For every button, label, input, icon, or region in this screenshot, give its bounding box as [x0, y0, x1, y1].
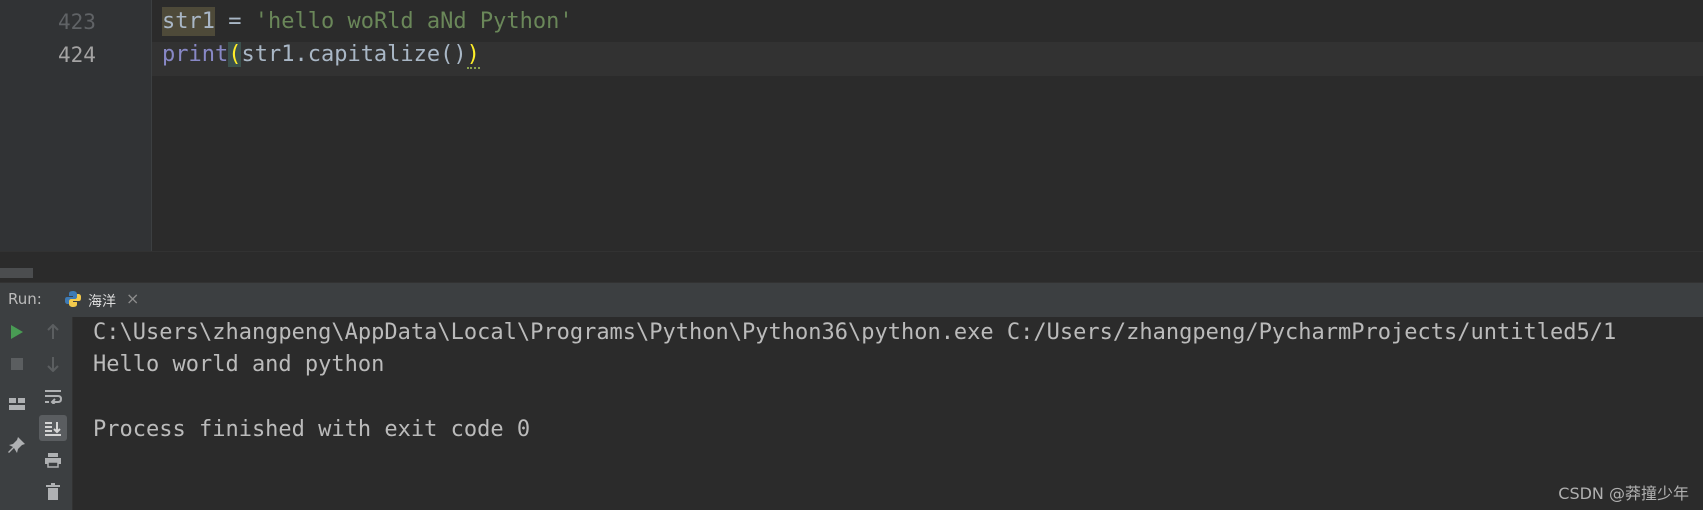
watermark: CSDN @莽撞少年: [1558, 484, 1689, 503]
builtin-token: print: [162, 42, 229, 67]
run-toolbar-primary: [0, 317, 34, 510]
run-tab-label: 海洋: [88, 294, 116, 310]
call-args-token: str1.capitalize(): [241, 42, 467, 67]
console-line: C:\Users\zhangpeng\AppData\Local\Program…: [93, 320, 1617, 345]
line-number-gutter: [49, 0, 152, 251]
code-line[interactable]: str1 = 'hello woRld aNd Python': [162, 7, 573, 36]
console-line: Hello world and python: [93, 352, 385, 377]
open-paren-token: (: [228, 42, 242, 67]
soft-wrap-icon[interactable]: [39, 383, 67, 409]
editor-left-strip: [0, 0, 49, 251]
stop-icon[interactable]: [3, 351, 31, 377]
console-line: Process finished with exit code 0: [93, 417, 531, 442]
python-icon: [64, 290, 82, 308]
pin-icon[interactable]: [3, 432, 31, 458]
line-number: 424: [58, 43, 96, 67]
run-icon[interactable]: [3, 319, 31, 345]
run-toolbar-secondary: [34, 317, 73, 510]
run-tool-window-header: Run: 海洋 ×: [0, 282, 1703, 320]
print-icon[interactable]: [39, 447, 67, 473]
variable-token: str1: [162, 7, 215, 36]
layout-icon[interactable]: [3, 391, 31, 417]
editor-scrollbar-thumb[interactable]: [0, 268, 33, 278]
run-label: Run:: [8, 290, 42, 308]
console-output[interactable]: C:\Users\zhangpeng\AppData\Local\Program…: [73, 317, 1703, 510]
string-literal: 'hello woRld aNd Python': [254, 9, 573, 34]
scroll-to-end-icon[interactable]: [39, 415, 67, 441]
run-tab[interactable]: 海洋 ×: [56, 283, 152, 320]
close-paren-token: ): [466, 42, 480, 69]
delete-icon[interactable]: [39, 479, 67, 505]
line-number: 423: [58, 10, 96, 34]
down-arrow-icon[interactable]: [39, 351, 67, 377]
close-icon[interactable]: ×: [126, 289, 139, 308]
up-arrow-icon[interactable]: [39, 319, 67, 345]
operator-token: =: [214, 9, 255, 34]
editor-horizontal-scroll-area: [0, 251, 1703, 283]
code-line[interactable]: print(str1.capitalize()): [162, 42, 480, 69]
